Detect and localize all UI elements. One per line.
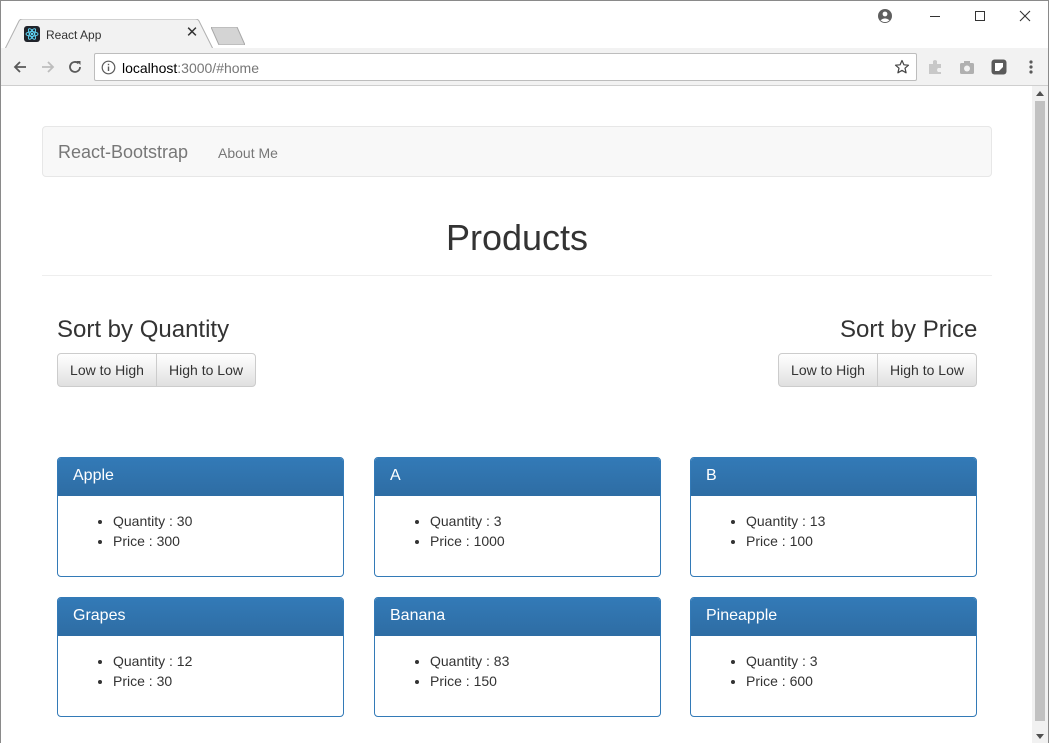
product-card: Grapes Quantity : 12 Price : 30	[57, 597, 344, 717]
product-card: Apple Quantity : 30 Price : 300	[57, 457, 344, 577]
product-card: Banana Quantity : 83 Price : 150	[374, 597, 661, 717]
navbar-brand[interactable]: React-Bootstrap	[58, 142, 188, 163]
product-name: B	[691, 458, 976, 496]
sort-price-high-to-low-button[interactable]: High to Low	[877, 353, 977, 387]
product-quantity: Quantity : 30	[113, 511, 328, 531]
shield-extension-icon[interactable]	[990, 58, 1008, 76]
product-quantity: Quantity : 13	[746, 511, 961, 531]
product-price: Price : 100	[746, 531, 961, 551]
product-price: Price : 1000	[430, 531, 645, 551]
camera-extension-icon[interactable]	[958, 58, 976, 76]
product-name: Apple	[58, 458, 343, 496]
page-viewport: React-Bootstrap About Me Products Sort b…	[1, 86, 1032, 743]
close-window-button[interactable]	[1002, 1, 1048, 31]
sort-quantity-title: Sort by Quantity	[57, 316, 230, 343]
sort-quantity-button-group: Low to High High to Low	[57, 353, 256, 387]
nav-link-about-me[interactable]: About Me	[218, 145, 278, 161]
product-price: Price : 600	[746, 671, 961, 691]
product-details: Quantity : 13 Price : 100	[691, 496, 976, 566]
sort-quantity-high-to-low-button[interactable]: High to Low	[156, 353, 256, 387]
url-host: localhost	[122, 60, 178, 76]
scroll-down-arrow-icon[interactable]	[1036, 734, 1044, 739]
page-title: Products	[445, 217, 589, 258]
tab-title: React App	[46, 28, 102, 42]
address-bar[interactable]: localhost:3000/#home	[94, 53, 917, 81]
title-bar: React App ✕	[1, 1, 1048, 49]
product-quantity: Quantity : 12	[113, 651, 328, 671]
product-price: Price : 300	[113, 531, 328, 551]
minimize-button[interactable]	[912, 1, 958, 31]
product-name: Banana	[375, 598, 660, 636]
profile-icon[interactable]	[877, 8, 893, 24]
extension-puzzle-icon[interactable]	[926, 58, 944, 76]
react-favicon-icon	[24, 26, 40, 42]
bookmark-star-icon[interactable]	[894, 59, 910, 75]
sort-price-low-to-high-button[interactable]: Low to High	[778, 353, 878, 387]
product-card: Pineapple Quantity : 3 Price : 600	[690, 597, 977, 717]
product-quantity: Quantity : 3	[746, 651, 961, 671]
product-price: Price : 150	[430, 671, 645, 691]
url-path: :3000/#home	[177, 60, 259, 76]
forward-button[interactable]	[37, 56, 59, 78]
product-card: A Quantity : 3 Price : 1000	[374, 457, 661, 577]
product-name: A	[375, 458, 660, 496]
product-quantity: Quantity : 3	[430, 511, 645, 531]
info-icon[interactable]	[101, 60, 116, 75]
new-tab-button[interactable]	[211, 27, 245, 45]
chrome-menu-icon[interactable]	[1022, 58, 1040, 76]
back-button[interactable]	[9, 56, 31, 78]
maximize-button[interactable]	[957, 1, 1003, 31]
reload-button[interactable]	[64, 56, 86, 78]
tab-close-icon[interactable]: ✕	[184, 24, 200, 42]
sort-price-title: Sort by Price	[840, 316, 978, 343]
product-details: Quantity : 12 Price : 30	[58, 636, 343, 706]
product-details: Quantity : 30 Price : 300	[58, 496, 343, 566]
product-details: Quantity : 3 Price : 600	[691, 636, 976, 706]
product-quantity: Quantity : 83	[430, 651, 645, 671]
product-card: B Quantity : 13 Price : 100	[690, 457, 977, 577]
scroll-up-arrow-icon[interactable]	[1036, 91, 1044, 96]
scrollbar-thumb[interactable]	[1035, 101, 1045, 721]
product-price: Price : 30	[113, 671, 328, 691]
sort-price-button-group: Low to High High to Low	[778, 353, 977, 387]
sort-quantity-low-to-high-button[interactable]: Low to High	[57, 353, 157, 387]
browser-window: React App ✕ localhost:3000/#home React-B…	[0, 0, 1049, 743]
product-name: Grapes	[58, 598, 343, 636]
product-details: Quantity : 3 Price : 1000	[375, 496, 660, 566]
page-scrollbar[interactable]	[1032, 86, 1048, 743]
product-details: Quantity : 83 Price : 150	[375, 636, 660, 706]
url-text: localhost:3000/#home	[122, 60, 259, 76]
browser-toolbar: localhost:3000/#home	[1, 48, 1048, 86]
navbar: React-Bootstrap About Me	[42, 126, 992, 177]
product-name: Pineapple	[691, 598, 976, 636]
page-header: Products	[42, 214, 992, 276]
